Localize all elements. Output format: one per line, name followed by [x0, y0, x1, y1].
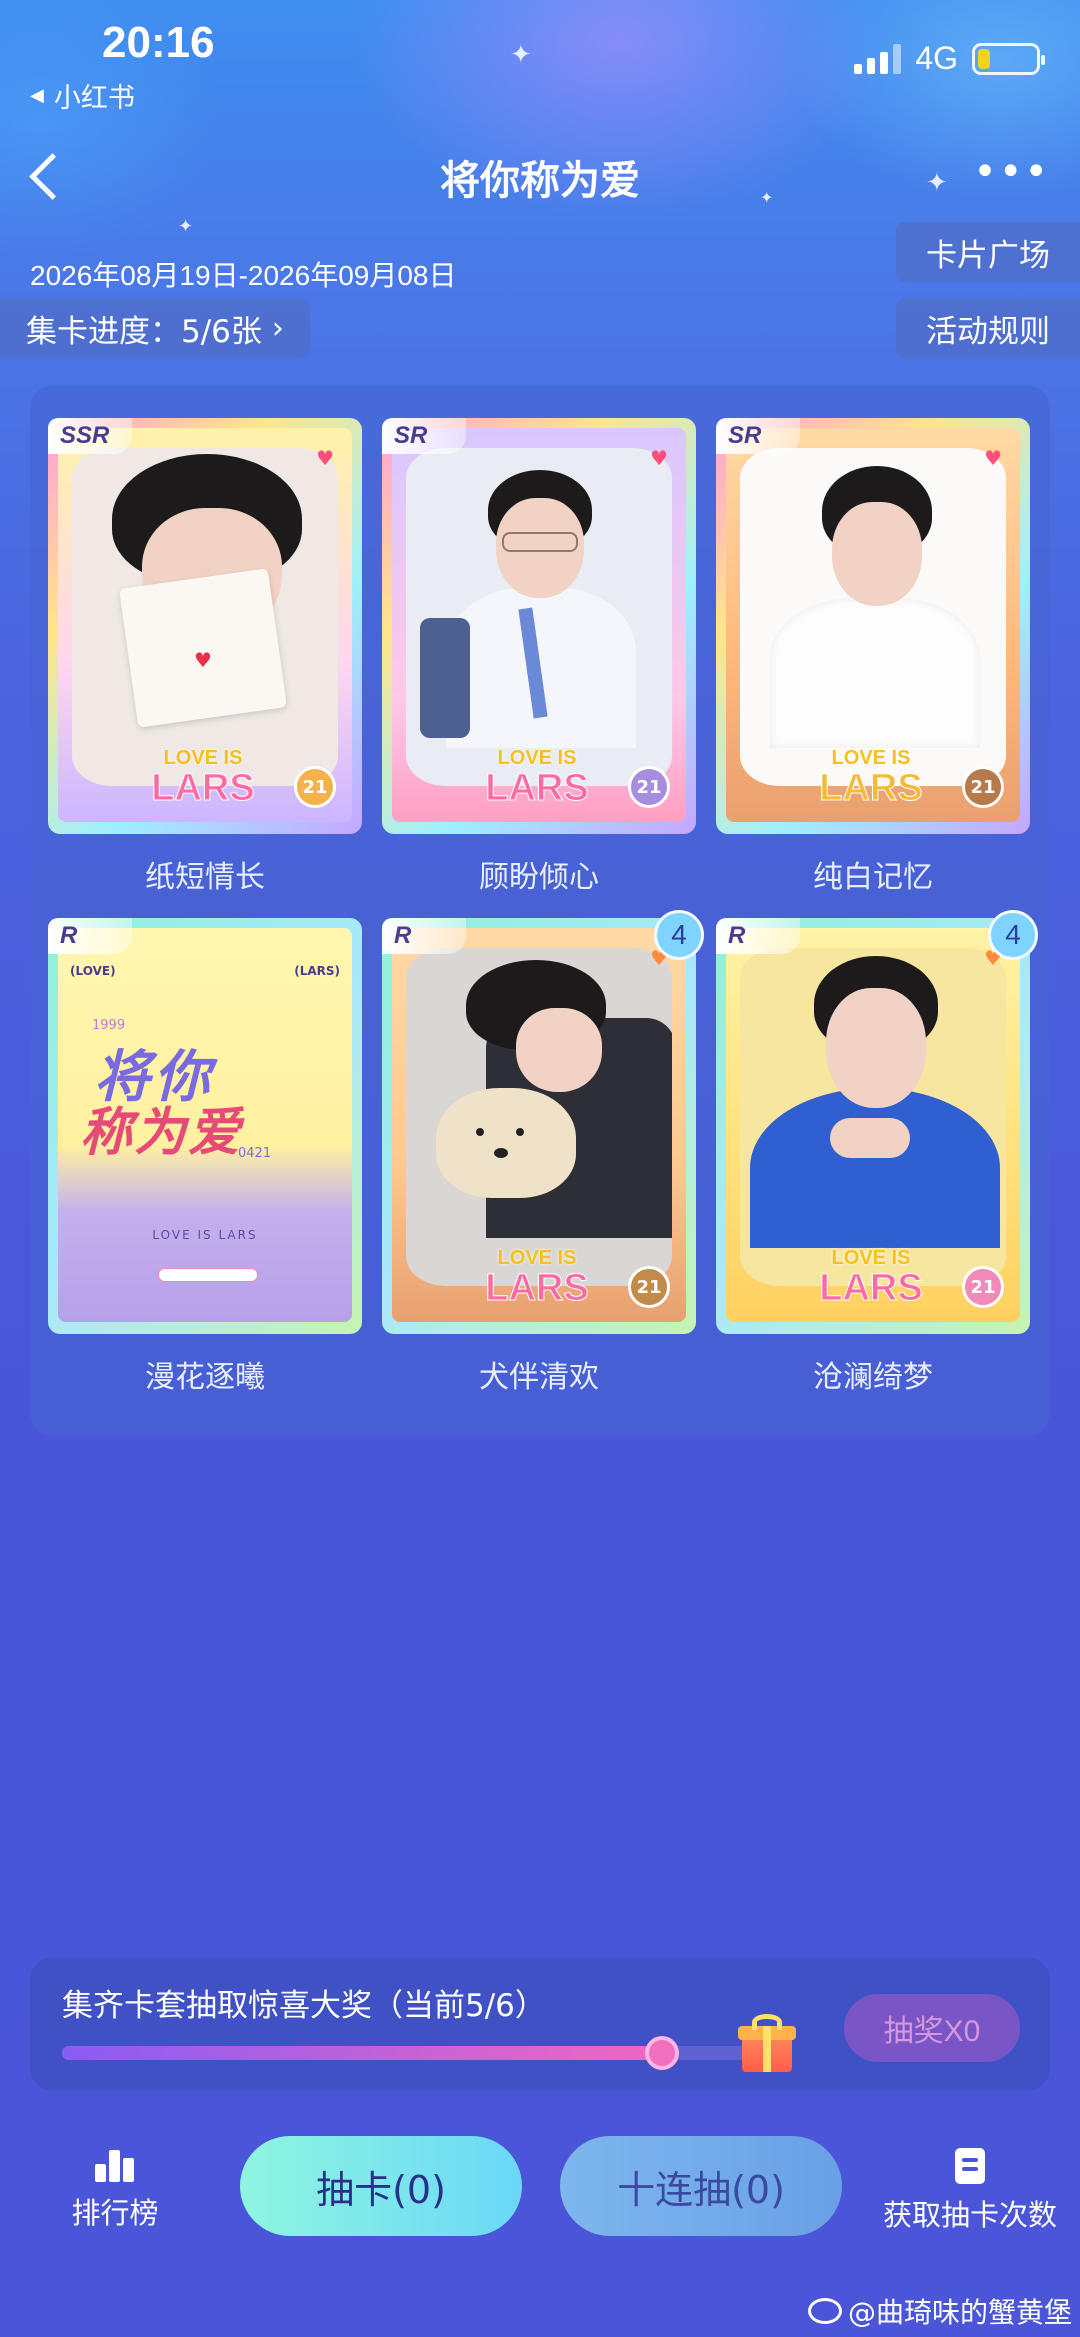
network-type: 4G [915, 40, 958, 76]
card-item[interactable]: (LOVE) (LARS) 1999 将你 称为爱 0421 LOVE IS L… [48, 918, 362, 1396]
title-card-tag-left: (LOVE) [70, 964, 116, 978]
chevron-right-icon: › [271, 310, 284, 346]
card-brand-logo: LOVE IS LARS [485, 747, 589, 809]
card-collection-panel: ♥ ♥ SSR LOVE IS LARS 21 纸短情长 ♥ SR LOVE I… [30, 386, 1050, 1436]
card-plaza-button[interactable]: 卡片广场 [896, 222, 1080, 282]
card-frame: ♥ SR LOVE IS LARS 21 [716, 418, 1030, 834]
collection-progress-label: 集卡进度：5/6张 [26, 313, 262, 350]
card-number-badge: 21 [294, 766, 336, 808]
progress-thumb [644, 2036, 679, 2070]
watermark: @曲琦味的蟹黄堡 [807, 2291, 1072, 2331]
card-item[interactable]: ♥ SR LOVE IS LARS 21 纯白记忆 [716, 418, 1030, 896]
card-item[interactable]: ♥ SR LOVE IS LARS 21 顾盼倾心 [382, 418, 696, 896]
status-indicators: 4G [854, 40, 1045, 77]
back-to-app-link[interactable]: ◀ 小红书 [30, 76, 135, 115]
title-card-footer: LOVE IS LARS [152, 1228, 258, 1242]
card-count-badge: 4 [988, 910, 1038, 960]
rarity-tag: SSR [48, 418, 132, 454]
ten-draw-button[interactable]: 十连抽(0) [560, 2136, 842, 2236]
rarity-tag: R [48, 918, 132, 954]
card-item[interactable]: ♥ R LOVE IS LARS 21 4 犬伴清欢 [382, 910, 704, 1396]
sparkle-icon: ✦ [178, 216, 194, 237]
watermark-text: @曲琦味的蟹黄堡 [847, 2296, 1072, 2329]
more-options-icon[interactable]: ••• [973, 152, 1050, 192]
card-frame: ♥ R LOVE IS LARS 21 4 [382, 910, 704, 1334]
collection-progress-button[interactable]: 集卡进度：5/6张 › [0, 298, 310, 358]
document-icon [955, 2148, 985, 2184]
card-brand-logo: LOVE IS LARS [151, 747, 255, 809]
page-title: 将你称为爱 [440, 158, 640, 204]
rarity-tag: R [382, 918, 466, 954]
title-card-tag-right: (LARS) [294, 964, 340, 978]
event-date-range: 2026年08月19日-2026年09月08日 [30, 260, 457, 291]
back-app-label: 小红书 [53, 83, 135, 114]
sparkle-icon: ✦ [510, 40, 532, 70]
card-brand-logo: LOVE IS LARS [485, 1247, 589, 1309]
status-time: 20:16 [102, 18, 215, 67]
card-number-badge: 21 [628, 1266, 670, 1308]
card-item[interactable]: ♥ ♥ SSR LOVE IS LARS 21 纸短情长 [48, 418, 362, 896]
gift-icon [736, 2014, 796, 2074]
get-draw-chances-button[interactable]: 获取抽卡次数 [880, 2148, 1060, 2234]
lottery-description: 集齐卡套抽取惊喜大奖（当前5/6） [62, 1988, 546, 2024]
card-number-badge: 21 [962, 1266, 1004, 1308]
rarity-tag: SR [382, 418, 466, 454]
card-frame: ♥ ♥ SSR LOVE IS LARS 21 [48, 418, 362, 834]
card-name: 沧澜绮梦 [813, 1360, 933, 1395]
rarity-tag: R [716, 918, 800, 954]
leaderboard-button[interactable]: 排行榜 [50, 2148, 180, 2232]
card-brand-logo: LOVE IS LARS [819, 747, 923, 809]
title-card-date: 0421 [238, 1146, 272, 1161]
back-triangle-icon: ◀ [30, 85, 44, 106]
get-draw-chances-label: 获取抽卡次数 [882, 2198, 1057, 2232]
leaderboard-label: 排行榜 [71, 2196, 159, 2230]
card-name: 犬伴清欢 [479, 1360, 599, 1395]
card-count-badge: 4 [654, 910, 704, 960]
card-frame: ♥ SR LOVE IS LARS 21 [382, 418, 696, 834]
signal-icon [854, 43, 902, 74]
card-brand-logo: LOVE IS LARS [819, 1247, 923, 1309]
weibo-icon [807, 2298, 842, 2324]
single-draw-button[interactable]: 抽卡(0) [240, 2136, 522, 2236]
card-name: 纯白记忆 [813, 860, 933, 895]
card-name: 纸短情长 [145, 860, 265, 895]
lottery-progress-bar [62, 2036, 782, 2070]
title-card-year: 1999 [92, 1018, 126, 1033]
card-number-badge: 21 [962, 766, 1004, 808]
rarity-tag: SR [716, 418, 800, 454]
card-number-badge: 21 [628, 766, 670, 808]
lottery-panel: 集齐卡套抽取惊喜大奖（当前5/6） 抽奖X0 [30, 1958, 1050, 2090]
title-card-line2: 称为爱 [80, 1103, 243, 1163]
leaderboard-icon [95, 2148, 135, 2182]
battery-icon [972, 42, 1045, 75]
card-name: 顾盼倾心 [479, 860, 599, 895]
card-item[interactable]: ♥ R LOVE IS LARS 21 4 沧澜绮梦 [716, 910, 1038, 1396]
card-name: 漫花逐曦 [145, 1360, 265, 1395]
card-frame: (LOVE) (LARS) 1999 将你 称为爱 0421 LOVE IS L… [48, 918, 362, 1334]
activity-rules-button[interactable]: 活动规则 [896, 298, 1080, 358]
card-frame: ♥ R LOVE IS LARS 21 4 [716, 910, 1038, 1334]
lottery-draw-button[interactable]: 抽奖X0 [844, 1994, 1020, 2062]
